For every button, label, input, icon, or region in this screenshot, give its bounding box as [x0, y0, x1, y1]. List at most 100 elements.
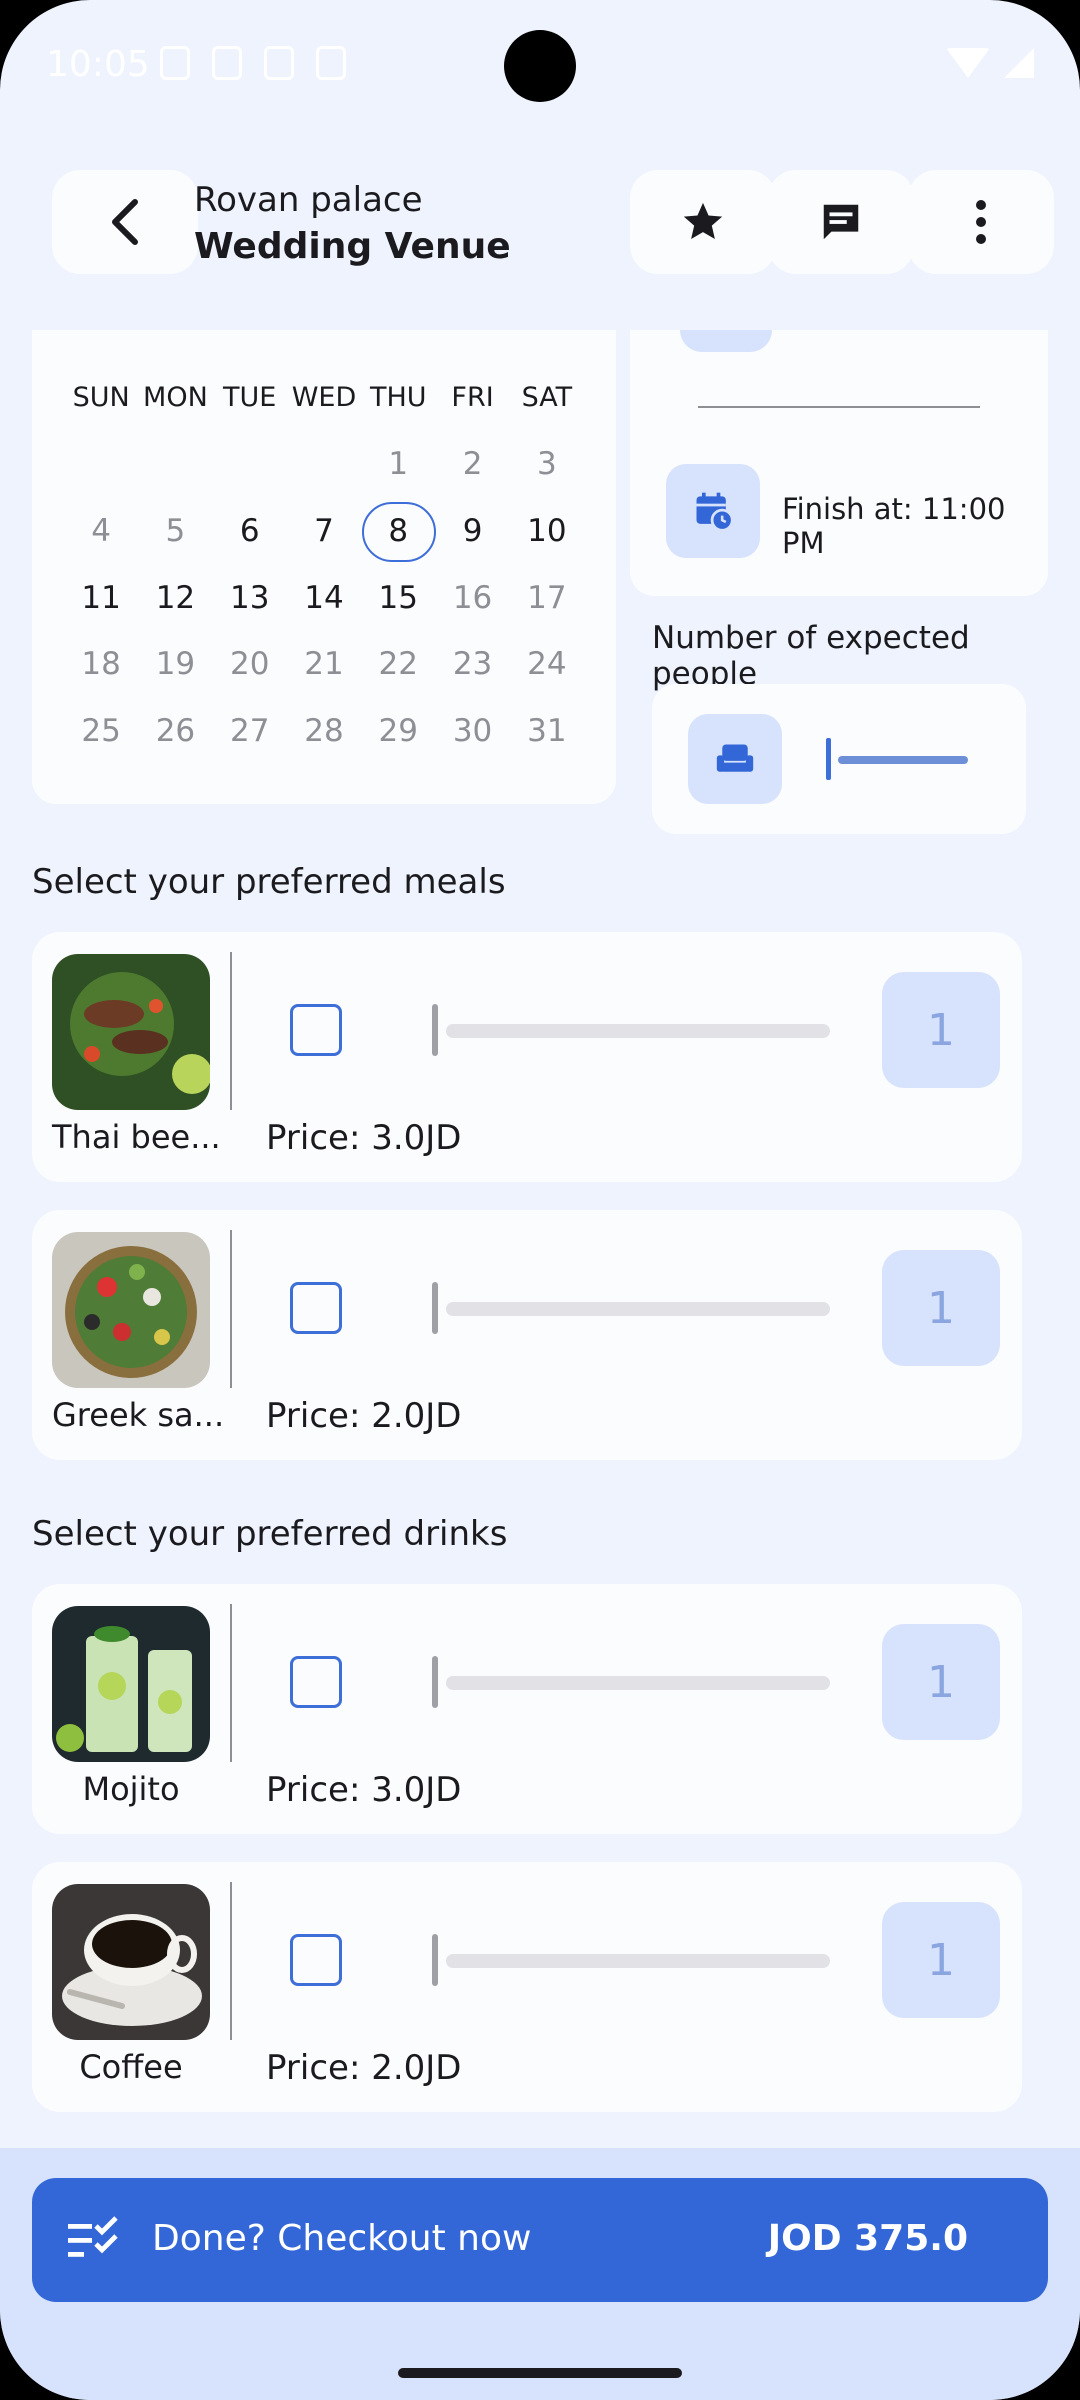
- calendar-clock-icon: [696, 492, 734, 532]
- drink-checkbox[interactable]: [290, 1656, 342, 1708]
- calendar-day[interactable]: 14: [287, 572, 361, 624]
- shield-icon: [160, 46, 190, 80]
- quantity-slider-thumb[interactable]: [432, 1934, 438, 1986]
- camera-cutout: [504, 30, 576, 102]
- meal-checkbox[interactable]: [290, 1004, 342, 1056]
- calendar-week: 18 19 20 21 22 23 24: [64, 638, 584, 690]
- start-time-chip[interactable]: [680, 330, 772, 352]
- calendar-day: 1: [388, 446, 409, 482]
- system-icons: [946, 48, 1034, 78]
- weekday-label: MON: [143, 382, 208, 413]
- quantity-slider-thumb[interactable]: [432, 1282, 438, 1334]
- date-picker-card: SUN MON TUE WED THU FRI SAT 1 2 3 4 5 6 …: [32, 330, 616, 804]
- calendar-day-selected[interactable]: 8: [361, 502, 437, 562]
- quantity-slider-thumb[interactable]: [432, 1004, 438, 1056]
- favorite-button[interactable]: [630, 170, 776, 274]
- finish-time-button[interactable]: [666, 464, 760, 558]
- calendar-day[interactable]: 6: [213, 505, 287, 557]
- quantity-field[interactable]: 1: [882, 1250, 1000, 1366]
- drink-name: Mojito: [82, 1770, 180, 1808]
- people-slider-thumb[interactable]: [826, 738, 831, 780]
- calendar-week: 11 12 13 14 15 16 17: [64, 572, 584, 624]
- quantity-slider-track[interactable]: [446, 1954, 830, 1968]
- weekday-header: SUN MON TUE WED THU FRI SAT: [64, 372, 584, 424]
- calendar-day[interactable]: 10: [510, 505, 584, 557]
- calendar-day: 16: [452, 580, 493, 616]
- calendar-day: 25: [81, 713, 121, 749]
- drink-price: Price: 3.0JD: [266, 1770, 462, 1810]
- calendar-empty: [138, 438, 212, 490]
- calendar-day[interactable]: 7: [287, 505, 361, 557]
- checkout-panel: Done? Checkout now JOD 375.0: [0, 2148, 1080, 2400]
- meal-checkbox[interactable]: [290, 1282, 342, 1334]
- seat-icon: [716, 744, 754, 772]
- divider: [230, 1882, 232, 2040]
- drink-card: Coffee 1 Price: 2.0JD: [32, 1862, 1022, 2112]
- meal-price: Price: 2.0JD: [266, 1396, 462, 1436]
- quantity-field[interactable]: 1: [882, 972, 1000, 1088]
- people-card: [652, 684, 1026, 834]
- drink-checkbox[interactable]: [290, 1934, 342, 1986]
- calendar-day[interactable]: 11: [64, 572, 138, 624]
- meal-price: Price: 3.0JD: [266, 1118, 462, 1158]
- calendar-day: 29: [378, 713, 418, 749]
- quantity-slider-track[interactable]: [446, 1024, 830, 1038]
- checkout-label: Done? Checkout now: [152, 2218, 532, 2259]
- calendar-day[interactable]: 12: [138, 572, 212, 624]
- back-arrow-icon: [112, 199, 138, 245]
- more-options-button[interactable]: [908, 170, 1054, 274]
- quantity-slider-thumb[interactable]: [432, 1656, 438, 1708]
- status-bar: 10:05: [0, 0, 1080, 130]
- calendar-day: 30: [452, 713, 493, 749]
- divider: [230, 1230, 232, 1388]
- top-app-bar: Rovan palace Wedding Venue: [0, 170, 1080, 280]
- divider: [230, 952, 232, 1110]
- meal-card: Greek sa... 1 Price: 2.0JD: [32, 1210, 1022, 1460]
- calendar-day: 27: [229, 713, 270, 749]
- calendar-day: 5: [165, 513, 186, 549]
- back-button[interactable]: [52, 170, 198, 274]
- calendar-day[interactable]: 9: [435, 505, 509, 557]
- calendar-day: 28: [304, 713, 344, 749]
- quantity-field[interactable]: 1: [882, 1902, 1000, 2018]
- quantity-slider-track[interactable]: [446, 1302, 830, 1316]
- quantity-slider-track[interactable]: [446, 1676, 830, 1690]
- drink-price: Price: 2.0JD: [266, 2048, 462, 2088]
- drink-image-mojito: [52, 1606, 210, 1762]
- drink-card: Mojito 1 Price: 3.0JD: [32, 1584, 1022, 1834]
- drink-image-coffee: [52, 1884, 210, 2040]
- weekday-label: SUN: [72, 382, 130, 413]
- calendar-day: 4: [91, 513, 111, 549]
- calendar-week: 25 26 27 28 29 30 31: [64, 705, 584, 757]
- calendar-day: 18: [81, 646, 121, 682]
- checkout-total: JOD 375.0: [767, 2218, 968, 2259]
- divider: [698, 406, 980, 408]
- chat-button[interactable]: [768, 170, 914, 274]
- weekday-label: WED: [291, 382, 357, 413]
- weekday-label: THU: [370, 382, 427, 413]
- calendar-day[interactable]: 13: [213, 572, 287, 624]
- people-label: Number of expected people: [652, 620, 970, 692]
- time-card: Finish at: 11:00 PM: [630, 330, 1048, 596]
- finish-time-label: Finish at: 11:00 PM: [782, 492, 1006, 560]
- calendar-day: 26: [155, 713, 196, 749]
- people-slider-track[interactable]: [838, 756, 968, 764]
- quantity-field[interactable]: 1: [882, 1624, 1000, 1740]
- app-icon: [316, 46, 346, 80]
- star-icon: [683, 202, 723, 240]
- divider: [230, 1604, 232, 1762]
- gesture-nav-bar[interactable]: [398, 2368, 682, 2378]
- calendar-day[interactable]: 15: [361, 572, 435, 624]
- checkout-button[interactable]: Done? Checkout now JOD 375.0: [32, 2178, 1048, 2302]
- meal-image-greek-salad: [52, 1232, 210, 1388]
- calendar-day: 24: [527, 646, 567, 682]
- security-icon: [212, 46, 242, 80]
- meal-name: Thai bee...: [52, 1118, 221, 1156]
- notification-icons: [160, 46, 346, 80]
- meal-name: Greek sa...: [52, 1396, 225, 1434]
- calendar-empty: [287, 438, 361, 490]
- calendar-day: 31: [527, 713, 567, 749]
- calendar-empty: [213, 438, 287, 490]
- app-screen: 10:05 Rovan palace Wedding Venue SUN MON…: [0, 0, 1080, 2400]
- venue-name: Rovan palace: [194, 180, 423, 220]
